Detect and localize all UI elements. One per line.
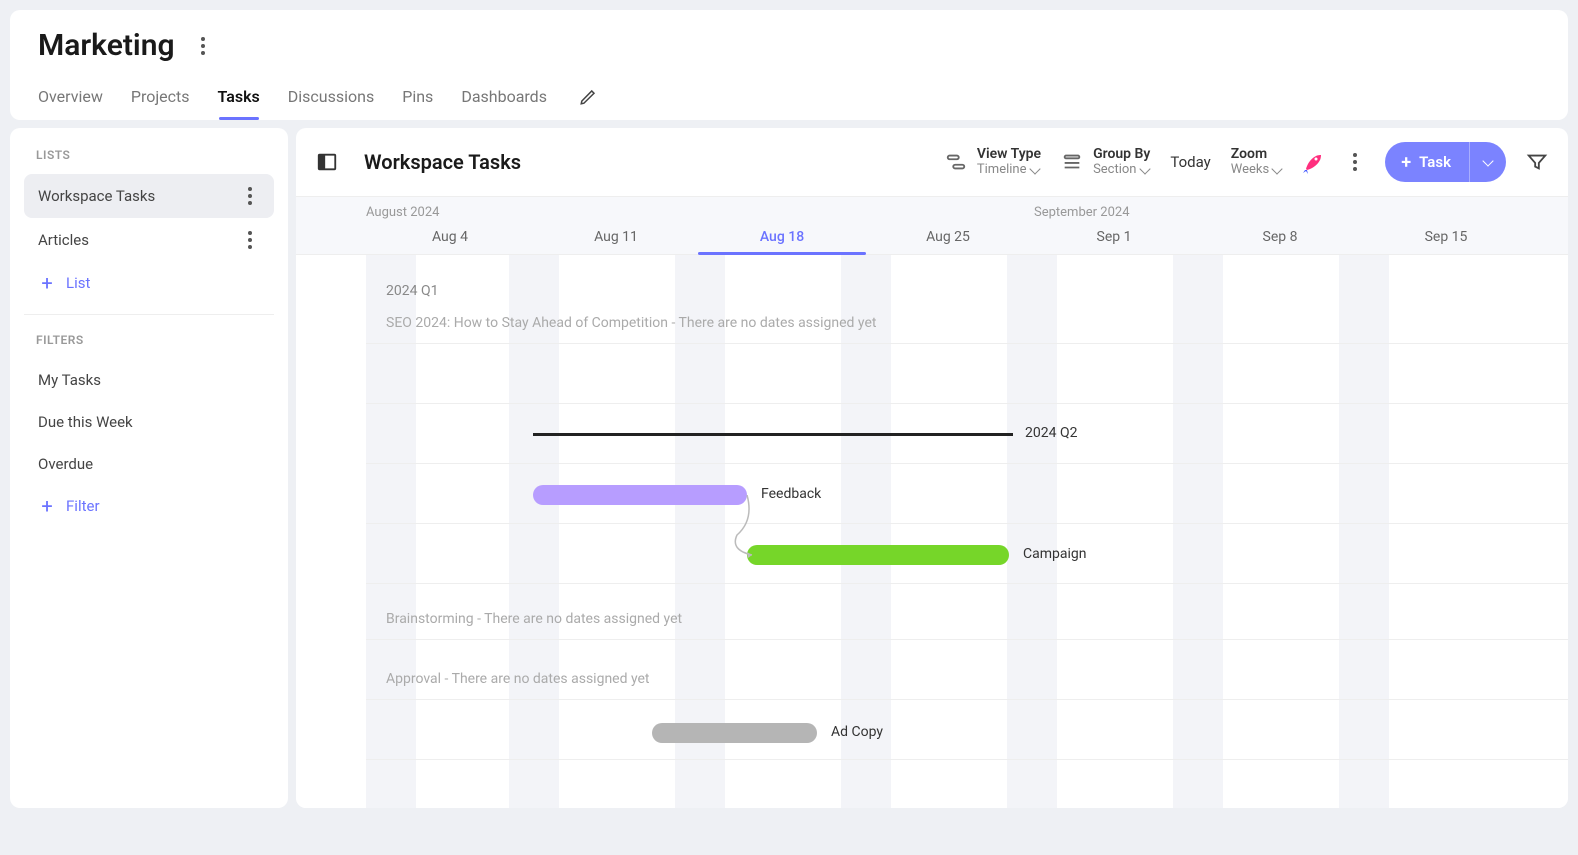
tab-overview[interactable]: Overview	[38, 87, 103, 120]
divider	[24, 314, 274, 315]
tab-pins[interactable]: Pins	[402, 87, 433, 120]
task-no-dates: Approval - There are no dates assigned y…	[386, 671, 650, 687]
filter-item-overdue[interactable]: Overdue	[24, 443, 274, 485]
dependency-arrow	[732, 495, 772, 565]
task-no-dates: Brainstorming - There are no dates assig…	[386, 611, 682, 627]
zoom-value: Weeks	[1231, 163, 1269, 178]
weekend-band	[509, 255, 559, 808]
row-divider	[366, 759, 1568, 760]
sidebar: LISTS Workspace Tasks Articles + List FI…	[10, 128, 288, 808]
weekend-band	[1173, 255, 1223, 808]
list-item-menu-icon[interactable]	[240, 186, 260, 206]
date-column-label: Sep 1	[1064, 229, 1164, 245]
new-task-label: Task	[1419, 153, 1451, 171]
row-divider	[366, 463, 1568, 464]
collapse-sidebar-icon[interactable]	[316, 151, 338, 173]
group-by-label: Group By	[1093, 146, 1150, 162]
row-divider	[366, 583, 1568, 584]
new-task-button-dropdown[interactable]	[1469, 142, 1506, 182]
list-item-menu-icon[interactable]	[240, 230, 260, 250]
tab-dashboards[interactable]: Dashboards	[461, 87, 547, 120]
month-label: August 2024	[366, 205, 439, 220]
tab-tasks[interactable]: Tasks	[218, 87, 260, 120]
section-label: 2024 Q1	[386, 283, 438, 299]
chevron-down-icon	[1139, 163, 1150, 174]
tabs: Overview Projects Tasks Discussions Pins…	[38, 87, 1540, 120]
more-menu-icon[interactable]	[1345, 152, 1365, 172]
date-column-label: Aug 11	[566, 229, 666, 245]
today-button[interactable]: Today	[1170, 153, 1210, 171]
task-bar-campaign-label: Campaign	[1023, 546, 1086, 562]
toolbar-title: Workspace Tasks	[364, 150, 521, 174]
workspace-menu-icon[interactable]	[193, 36, 213, 56]
date-column-label: Sep 15	[1396, 229, 1496, 245]
view-type-value: Timeline	[977, 163, 1027, 178]
timeline-body[interactable]: 2024 Q1 SEO 2024: How to Stay Ahead of Co…	[296, 255, 1568, 808]
toolbar: Workspace Tasks View Type Timeline Group…	[296, 128, 1568, 197]
group-by-selector[interactable]: Group By Section	[1061, 146, 1150, 177]
list-item-articles[interactable]: Articles	[24, 218, 274, 262]
plus-icon: +	[1401, 152, 1411, 173]
view-type-selector[interactable]: View Type Timeline	[945, 146, 1041, 177]
task-no-dates: SEO 2024: How to Stay Ahead of Competiti…	[386, 315, 876, 331]
task-bar-adcopy-label: Ad Copy	[831, 724, 883, 740]
filter-item-label: Overdue	[38, 455, 93, 473]
row-divider	[366, 343, 1568, 344]
month-label: September 2024	[1034, 205, 1130, 220]
tab-projects[interactable]: Projects	[131, 87, 190, 120]
add-list-button[interactable]: + List	[24, 262, 274, 304]
chevron-down-icon	[1482, 155, 1493, 166]
zoom-selector[interactable]: Zoom Weeks	[1231, 146, 1281, 177]
add-filter-button[interactable]: + Filter	[24, 485, 274, 527]
filter-item-label: My Tasks	[38, 371, 101, 389]
new-task-button: + Task	[1385, 142, 1506, 182]
row-divider	[366, 523, 1568, 524]
date-column-label: Aug 18	[732, 229, 832, 245]
date-column-label: Sep 8	[1230, 229, 1330, 245]
group-by-icon	[1061, 151, 1083, 173]
summary-bar[interactable]	[533, 433, 1013, 436]
plus-icon: +	[38, 274, 56, 292]
list-item-label: Workspace Tasks	[38, 187, 155, 205]
task-bar-adcopy[interactable]	[652, 723, 817, 743]
row-divider	[366, 403, 1568, 404]
add-list-label: List	[66, 274, 90, 292]
page-title: Marketing	[38, 28, 175, 63]
view-type-label: View Type	[977, 146, 1041, 162]
filter-icon[interactable]	[1526, 151, 1548, 173]
summary-bar-label: 2024 Q2	[1025, 425, 1077, 441]
tab-discussions[interactable]: Discussions	[288, 87, 374, 120]
new-task-button-main[interactable]: + Task	[1385, 152, 1469, 173]
weekend-band	[366, 255, 416, 808]
app-header: Marketing Overview Projects Tasks Discus…	[10, 10, 1568, 120]
chevron-down-icon	[1029, 163, 1040, 174]
lists-heading: LISTS	[36, 148, 274, 162]
filter-item-due-this-week[interactable]: Due this Week	[24, 401, 274, 443]
list-item-label: Articles	[38, 231, 89, 249]
task-bar-campaign[interactable]	[747, 545, 1009, 565]
main-panel: Workspace Tasks View Type Timeline Group…	[296, 128, 1568, 808]
zoom-label: Zoom	[1231, 146, 1281, 162]
filter-item-label: Due this Week	[38, 413, 133, 431]
list-item-workspace-tasks[interactable]: Workspace Tasks	[24, 174, 274, 218]
chevron-down-icon	[1272, 163, 1283, 174]
plus-icon: +	[38, 497, 56, 515]
group-by-value: Section	[1093, 163, 1136, 178]
row-divider	[366, 639, 1568, 640]
edit-tabs-icon[interactable]	[579, 88, 597, 106]
weekend-band	[1007, 255, 1057, 808]
add-filter-label: Filter	[66, 497, 100, 515]
weekend-band	[1339, 255, 1389, 808]
date-column-label: Aug 4	[400, 229, 500, 245]
date-column-label: Aug 25	[898, 229, 998, 245]
filters-heading: FILTERS	[36, 333, 274, 347]
rocket-icon[interactable]	[1301, 150, 1325, 174]
task-bar-feedback[interactable]	[533, 485, 747, 505]
filter-item-my-tasks[interactable]: My Tasks	[24, 359, 274, 401]
row-divider	[366, 699, 1568, 700]
view-type-icon	[945, 151, 967, 173]
timeline-header: August 2024 September 2024 Aug 4 Aug 11 Aug …	[296, 197, 1568, 255]
